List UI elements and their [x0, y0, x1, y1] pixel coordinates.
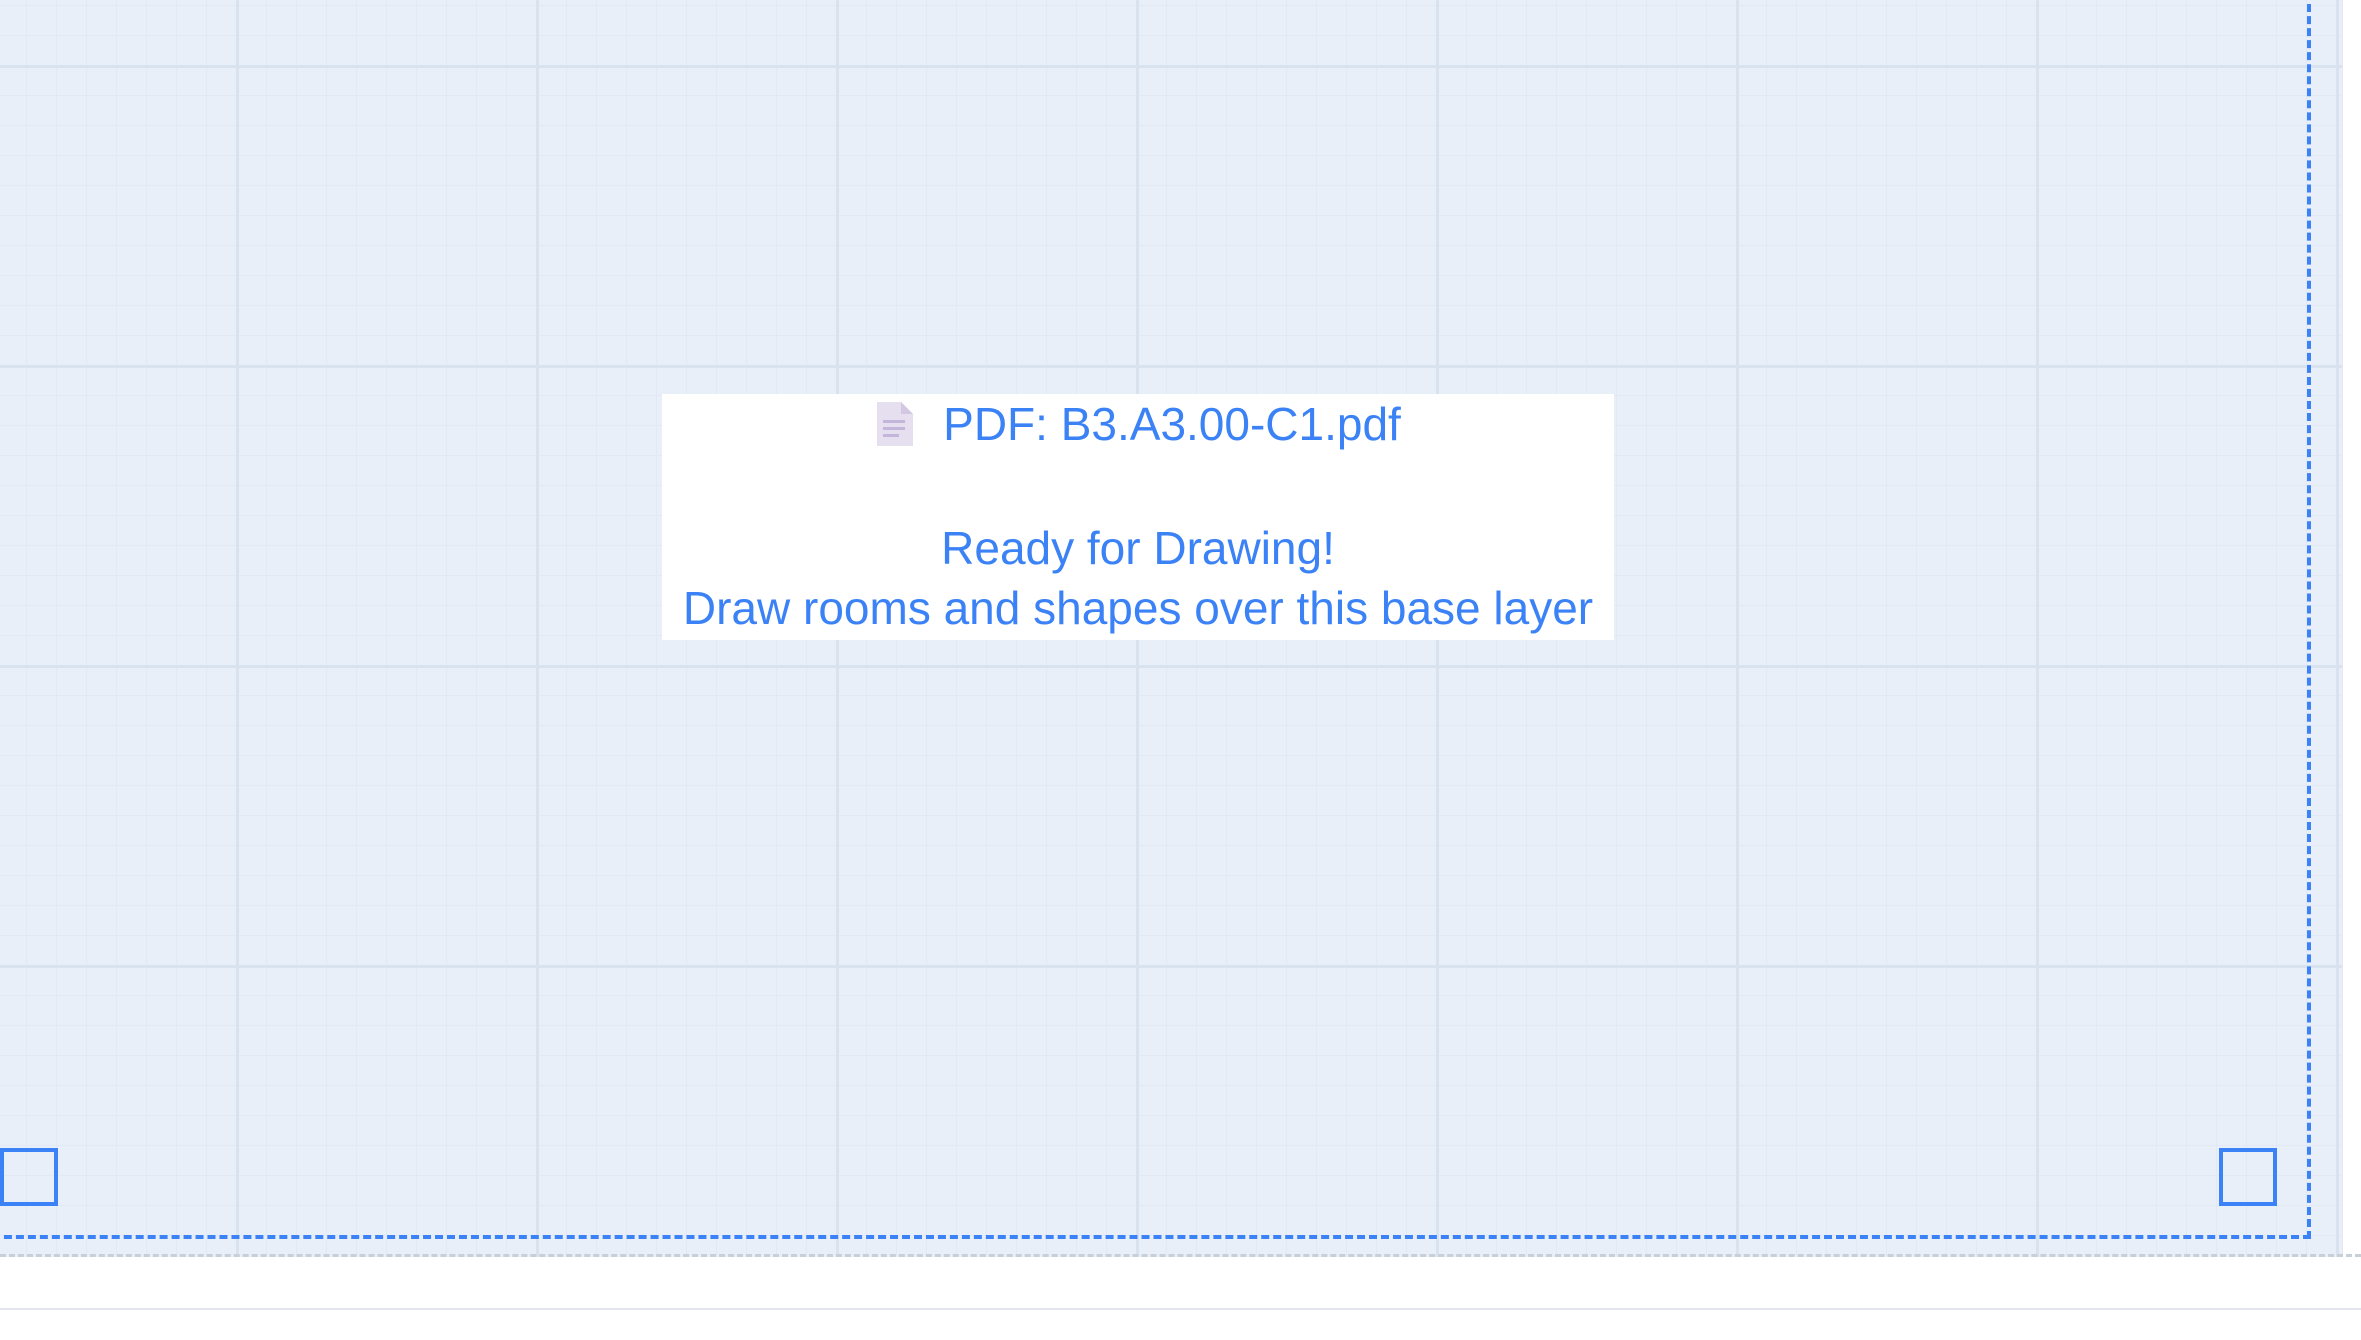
- footer-divider: [0, 1308, 2361, 1310]
- canvas-bottom-border: [0, 1254, 2361, 1257]
- instruction-message: Draw rooms and shapes over this base lay…: [682, 582, 1594, 634]
- drawing-canvas[interactable]: PDF: B3.A3.00-C1.pdf Ready for Drawing! …: [0, 0, 2342, 1257]
- pdf-title-row: PDF: B3.A3.00-C1.pdf: [662, 394, 1614, 454]
- right-gutter: [2342, 0, 2361, 1254]
- ready-message: Ready for Drawing!: [941, 522, 1335, 574]
- resize-handle-bottom-left[interactable]: [0, 1148, 58, 1206]
- pdf-title: PDF: B3.A3.00-C1.pdf: [943, 398, 1401, 450]
- resize-handle-bottom-right[interactable]: [2219, 1148, 2277, 1206]
- document-icon: [875, 400, 915, 448]
- pdf-info-box: PDF: B3.A3.00-C1.pdf Ready for Drawing! …: [662, 394, 1614, 640]
